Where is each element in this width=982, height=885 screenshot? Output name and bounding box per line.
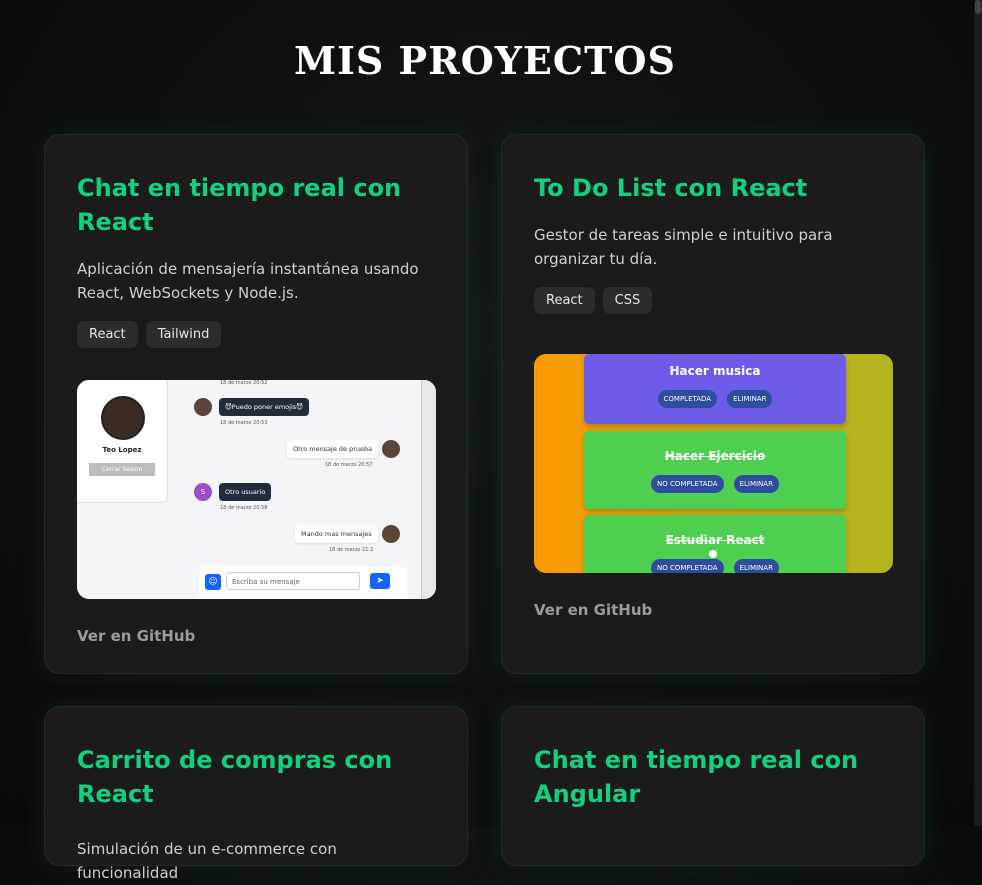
message-composer: ☺ Escriba su mensaje ➤ (199, 566, 407, 599)
message-time: 18 de marzo 20:53 (220, 420, 268, 426)
tag: React (534, 287, 595, 314)
project-description: Aplicación de mensajería instantánea usa… (77, 260, 419, 302)
project-preview-image: Teo Lopez Cerrar Sesion 18 de marzo 20:5… (77, 380, 436, 599)
send-icon: ➤ (370, 573, 390, 589)
chat-message: Otro mensaje de prueba (287, 440, 379, 458)
avatar: S (194, 483, 212, 501)
scroll-thumb[interactable] (975, 0, 981, 14)
project-card-chat-angular: Chat en tiempo real con Angular (501, 706, 925, 866)
chat-message: Otro usuario (219, 483, 272, 501)
todo-title: Estudiar React (665, 533, 765, 547)
message-time: 18 de marzo 20:52 (220, 380, 268, 386)
emoji-icon: ☺ (205, 574, 221, 590)
message-input: Escriba su mensaje (226, 572, 360, 590)
status-button: COMPLETADA (657, 390, 718, 408)
page-title: MIS PROYECTOS (294, 38, 676, 83)
github-link[interactable]: Ver en GitHub (77, 627, 435, 645)
tag: Tailwind (145, 321, 222, 348)
preview-scrollbar (421, 380, 436, 599)
project-card-chat-react: Chat en tiempo real con React Aplicación… (44, 134, 468, 674)
tag-list: React CSS (534, 287, 892, 314)
project-title: Chat en tiempo real con React (77, 174, 402, 236)
avatar (382, 525, 400, 543)
project-description: Gestor de tareas simple e intuitivo para… (534, 226, 833, 268)
message-time: 18 de marzo 20:58 (220, 505, 268, 511)
tag-list: React Tailwind (77, 321, 435, 348)
message-time: 18 de marzo 21:2 (329, 547, 374, 553)
scrollbar[interactable] (974, 0, 982, 826)
project-description: Simulación de un e-commerce con funciona… (77, 840, 337, 882)
delete-button: ELIMINAR (733, 559, 779, 573)
project-title: Chat en tiempo real con Angular (534, 746, 859, 808)
message-time: 18 de marzo 20:57 (325, 462, 373, 468)
avatar (194, 398, 212, 416)
todo-item: Hacer Ejercicio NO COMPLETADA ELIMINAR (584, 431, 846, 509)
user-name: Teo Lopez (102, 446, 142, 454)
github-link[interactable]: Ver en GitHub (534, 601, 892, 619)
todo-title: Hacer Ejercicio (664, 449, 766, 463)
status-button: NO COMPLETADA (651, 475, 724, 493)
delete-button: ELIMINAR (733, 475, 779, 493)
logout-button: Cerrar Sesion (89, 463, 155, 476)
project-title: Carrito de compras con React (77, 746, 393, 808)
todo-title: Hacer musica (669, 364, 761, 378)
project-card-todo-react: To Do List con React Gestor de tareas si… (501, 134, 925, 674)
status-button: NO COMPLETADA (651, 559, 724, 573)
todo-item: Estudiar React NO COMPLETADA ELIMINAR (584, 515, 846, 573)
chat-message: 😈Puedo poner emojis😈 (219, 398, 309, 416)
tag: React (77, 321, 138, 348)
avatar (382, 440, 400, 458)
avatar (101, 396, 145, 440)
project-card-cart-react: Carrito de compras con React Simulación … (44, 706, 468, 882)
tag: CSS (602, 287, 653, 314)
cursor-dot (709, 550, 717, 558)
todo-item: Hacer musica COMPLETADA ELIMINAR (584, 354, 846, 424)
chat-message: Mando mas mensajes (295, 525, 378, 543)
delete-button: ELIMINAR (727, 390, 773, 408)
project-preview-image: Hacer musica COMPLETADA ELIMINAR Hacer E… (534, 354, 893, 573)
chat-sidebar: Teo Lopez Cerrar Sesion (77, 380, 168, 503)
project-title: To Do List con React (534, 174, 808, 202)
